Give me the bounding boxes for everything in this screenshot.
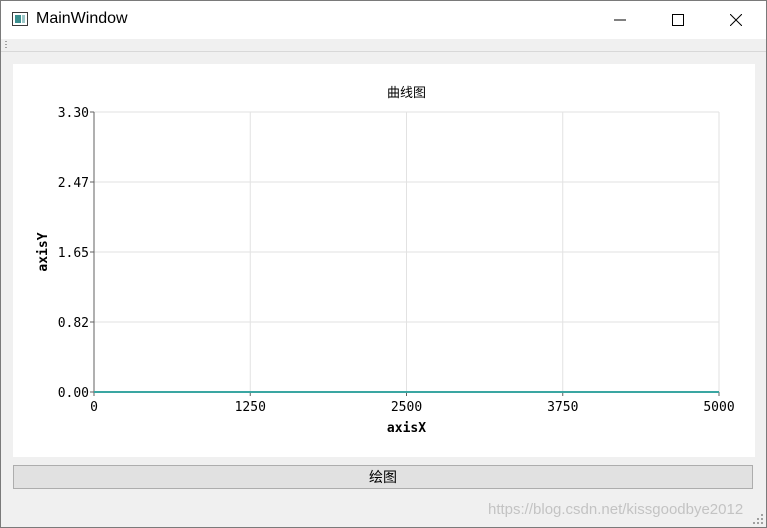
- maximize-icon: [672, 14, 684, 26]
- draw-button[interactable]: 绘图: [13, 465, 753, 489]
- y-tick-label: 0.82: [58, 316, 89, 331]
- window-title: MainWindow: [36, 10, 128, 27]
- resize-grip-icon[interactable]: [753, 514, 763, 524]
- y-axis-label: axisY: [36, 232, 51, 271]
- chart-title: 曲线图: [387, 86, 426, 101]
- x-tick-label: 2500: [391, 400, 422, 415]
- app-window-icon: [12, 12, 28, 26]
- y-tick-label: 0.00: [58, 386, 89, 401]
- chart-view[interactable]: 曲线图 0 1250 2500 3750 5000 0.00 0.82 1.65 2.47 3.30…: [13, 64, 755, 457]
- close-icon: [730, 14, 742, 26]
- y-tick-label: 2.47: [58, 176, 89, 191]
- maximize-button[interactable]: [649, 1, 707, 39]
- menu-bar: [1, 39, 766, 52]
- watermark-text: https://blog.csdn.net/kissgoodbye2012: [488, 501, 744, 518]
- toolbar-grip-icon[interactable]: [5, 41, 7, 49]
- x-axis-label: axisX: [387, 421, 426, 436]
- x-tick-label: 3750: [547, 400, 578, 415]
- close-button[interactable]: [707, 1, 765, 39]
- x-tick-label: 5000: [703, 400, 734, 415]
- x-tick-label: 0: [90, 400, 98, 415]
- x-tick-label: 1250: [235, 400, 266, 415]
- main-window: MainWindow 曲线图 0 1250 2500 3750 5000 0.00 0.82 1…: [0, 0, 767, 528]
- y-tick-label: 3.30: [58, 106, 89, 121]
- line-chart: 曲线图 0 1250 2500 3750 5000 0.00 0.82 1.65 2.47 3.30…: [36, 86, 735, 436]
- minimize-icon: [614, 19, 626, 21]
- y-tick-label: 1.65: [58, 246, 89, 261]
- title-bar[interactable]: MainWindow: [1, 1, 766, 39]
- minimize-button[interactable]: [591, 1, 649, 39]
